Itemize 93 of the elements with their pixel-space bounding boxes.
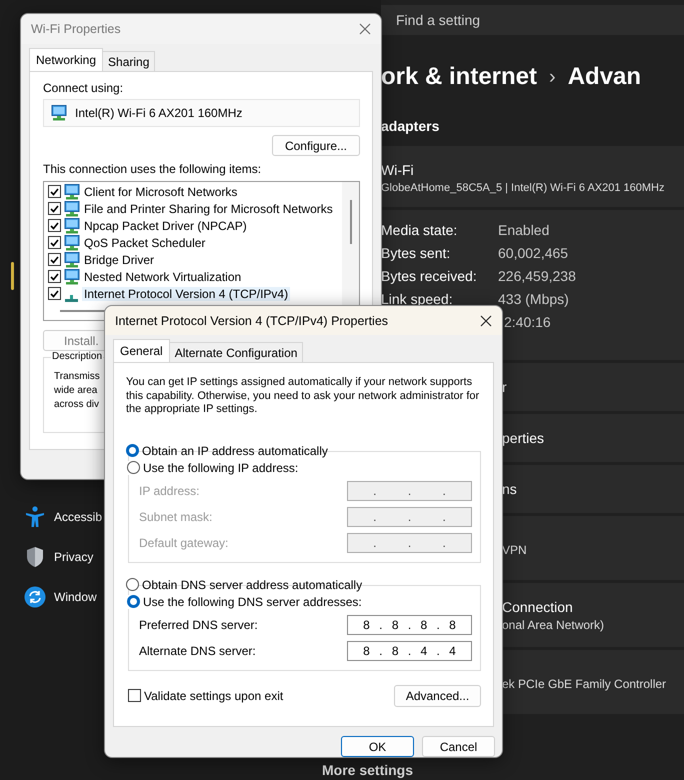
checkbox[interactable]	[128, 689, 141, 702]
tab[interactable]: Networking	[29, 48, 104, 71]
checkbox[interactable]	[48, 270, 61, 283]
sync-icon	[24, 586, 46, 608]
field-label: Alternate DNS server:	[139, 644, 256, 658]
nav-item[interactable]: Window	[54, 590, 97, 604]
description-text: wide area	[54, 384, 98, 398]
checkbox[interactable]	[48, 287, 61, 300]
field-label: Default gateway:	[139, 536, 228, 550]
tab[interactable]: Sharing	[102, 51, 156, 71]
adapter-card[interactable]: Wi-Fi GlobeAtHome_58C5A_5 | Intel(R) Wi-Fi 6 AX201 160MHz	[381, 146, 684, 207]
network-icon	[63, 268, 80, 284]
detail-label: Media state:	[381, 222, 458, 238]
row-title: r	[502, 379, 508, 395]
detail-value: 226,459,238	[498, 268, 577, 284]
detail-label: Bytes received:	[381, 268, 478, 284]
field-label: IP address:	[139, 484, 200, 498]
detail-value: Enabled	[498, 222, 550, 238]
radio-button[interactable]	[127, 595, 140, 608]
detail-value: 433 (Mbps)	[498, 291, 570, 307]
radio-label: Obtain DNS server address automatically	[142, 578, 362, 592]
configure-button[interactable]: Configure...	[272, 135, 360, 156]
shield-icon	[24, 546, 46, 568]
row-title: perties	[502, 430, 546, 446]
checkbox[interactable]	[48, 185, 61, 198]
adapter-detail: GlobeAtHome_58C5A_5 | Intel(R) Wi-Fi 6 AX201 160MHz	[381, 182, 666, 194]
radio-label: Use the following IP address:	[143, 460, 298, 475]
tab[interactable]: Alternate Configuration	[168, 342, 304, 362]
network-icon	[63, 200, 80, 216]
network-icon	[50, 105, 67, 121]
page-title: Advan	[568, 63, 642, 91]
radio-button[interactable]	[127, 461, 140, 474]
list-item[interactable]: Bridge Driver	[82, 252, 156, 266]
adapter-detail: onal Area Network)	[502, 618, 606, 632]
tab[interactable]: General	[113, 339, 170, 362]
ip-address-field[interactable]: 8 . 8 . 8 . 8	[347, 614, 472, 635]
nav-item[interactable]: Privacy	[54, 550, 94, 564]
section-title: adapters	[381, 117, 440, 136]
checkbox[interactable]	[48, 219, 61, 232]
breadcrumb-parent[interactable]: ork & internet	[381, 63, 538, 91]
radio-label: Obtain an IP address automatically	[142, 444, 328, 458]
list-item[interactable]: Client for Microsoft Networks	[82, 184, 240, 198]
list-item[interactable]: Nested Network Virtualization	[82, 270, 244, 284]
ip-address-field[interactable]: . . .	[347, 506, 472, 527]
detail-label: Link speed:	[381, 291, 454, 307]
list-label: This connection uses the following items:	[43, 162, 262, 176]
network-icon	[63, 234, 80, 250]
ip-address-field[interactable]: . . .	[347, 480, 472, 501]
checkbox-label: Validate settings upon exit	[144, 688, 284, 703]
field-label: Subnet mask:	[139, 510, 212, 524]
radio-label: Use the following DNS server addresses:	[143, 594, 362, 609]
close-icon[interactable]	[480, 314, 492, 327]
detail-label: Bytes sent:	[381, 245, 452, 261]
adapter-name: Wi-Fi	[381, 162, 415, 178]
intro-text: You can get IP settings assigned automatically if your network supports this capability. Otherwise, you need to ask your network administrator for the appropriate IP settings.	[126, 376, 480, 417]
dialog-button[interactable]: Cancel	[422, 736, 495, 757]
ip-address-field[interactable]: . . .	[347, 532, 472, 553]
description-text: Transmiss	[54, 370, 100, 384]
description-text: across div	[54, 398, 100, 412]
window-title: Wi-Fi Properties	[31, 22, 121, 36]
checkbox[interactable]	[48, 202, 61, 215]
list-item[interactable]: QoS Packet Scheduler	[82, 236, 208, 250]
protocol-icon	[65, 294, 78, 302]
network-icon	[63, 184, 80, 200]
window-title: Internet Protocol Version 4 (TCP/IPv4) Properties	[115, 314, 388, 328]
list-item[interactable]: Npcap Packet Driver (NPCAP)	[82, 218, 249, 232]
adapter-name: Intel(R) Wi-Fi 6 AX201 160MHz	[75, 106, 242, 120]
radio-button[interactable]	[126, 578, 139, 592]
network-icon	[63, 218, 80, 234]
detail-value: 2:40:16	[503, 314, 552, 330]
search-field[interactable]: Find a setting	[381, 5, 684, 35]
radio-button[interactable]	[126, 444, 139, 458]
section-title: More settings	[322, 762, 414, 778]
accessibility-icon	[24, 506, 46, 528]
advanced-button[interactable]: Advanced...	[394, 684, 481, 707]
selection-indicator	[11, 262, 14, 290]
row-title: ns	[502, 481, 518, 497]
list-item[interactable]: Internet Protocol Version 4 (TCP/IPv4)	[82, 286, 290, 300]
ip-address-field[interactable]: 8 . 8 . 4 . 4	[347, 640, 472, 661]
adapter-detail: VPN	[502, 542, 528, 556]
checkbox[interactable]	[48, 236, 61, 249]
group-legend: Description	[51, 351, 104, 362]
field-label: Connect using:	[43, 81, 124, 95]
adapter-detail: ek PCIe GbE Family Controller	[502, 676, 668, 690]
network-icon	[63, 252, 80, 268]
detail-value: 60,002,465	[498, 245, 570, 261]
checkbox[interactable]	[48, 253, 61, 266]
nav-item[interactable]: Accessib	[54, 510, 102, 524]
breadcrumb-separator: ›	[549, 66, 556, 88]
dialog-button[interactable]: OK	[341, 736, 414, 757]
field-label: Preferred DNS server:	[139, 618, 258, 632]
adapter-name: Connection	[502, 598, 574, 614]
list-item[interactable]: File and Printer Sharing for Microsoft Networks	[82, 202, 335, 216]
